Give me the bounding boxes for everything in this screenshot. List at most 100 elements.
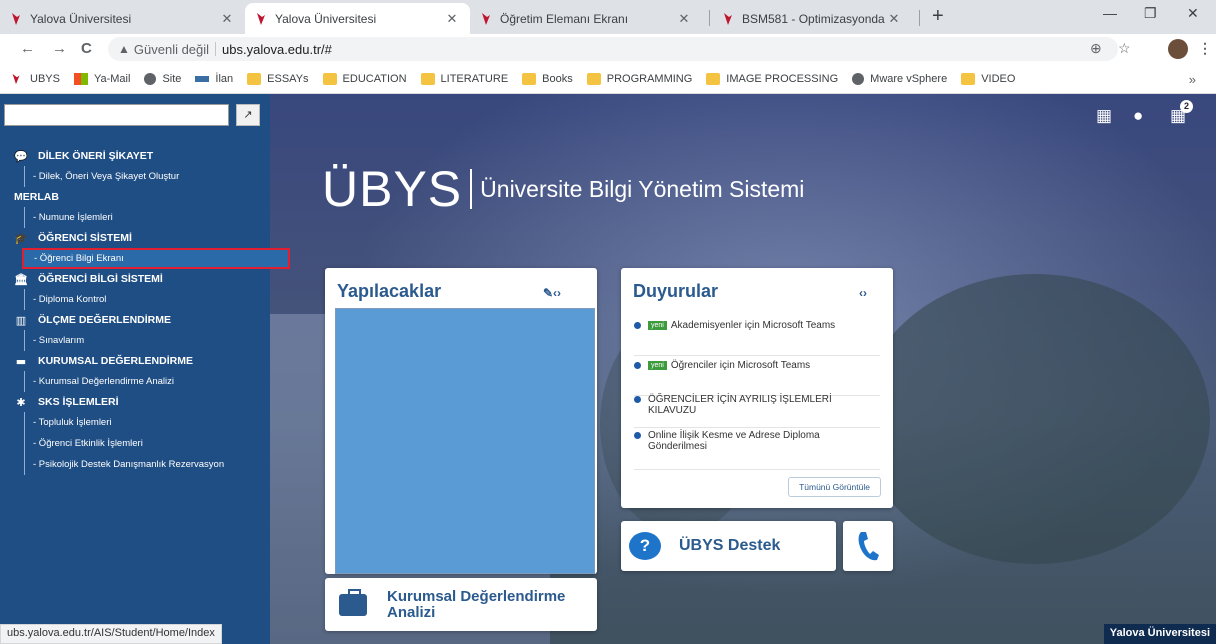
zoom-icon[interactable]: ⊕ [1090, 40, 1102, 57]
bookmark-item[interactable]: IMAGE PROCESSING [706, 72, 839, 85]
sidebar-item[interactable]: - Dilek, Öneri Veya Şikayet Oluştur [24, 166, 270, 187]
profile-avatar[interactable] [1168, 39, 1188, 59]
bookmark-label: VIDEO [981, 72, 1016, 85]
url-text: ubs.yalova.edu.tr/# [222, 41, 332, 57]
bookmark-item[interactable]: Ya-Mail [73, 72, 131, 85]
apps-grid-icon[interactable]: ▦ 2 [1170, 100, 1193, 126]
help-icon: ? [629, 532, 661, 560]
sidebar-section-header[interactable]: 🏛 ÖĞRENCİ BİLGİ SİSTEMİ [0, 269, 270, 289]
sidebar-item[interactable]: - Topluluk İşlemleri [24, 412, 270, 433]
menu-icon[interactable]: ⋮ [1198, 40, 1212, 57]
support-label: ÜBYS Destek [679, 537, 781, 554]
yalova-logo-icon [10, 73, 24, 85]
browser-tab-bar: Yalova Üniversitesi ✕ Yalova Üniversites… [0, 0, 1216, 34]
minimize-button[interactable]: — [1103, 5, 1117, 21]
view-all-button[interactable]: Tümünü Görüntüle [788, 477, 881, 497]
sidebar-item[interactable]: - Psikolojik Destek Danışmanlık Rezervas… [24, 454, 270, 475]
tab-2-active[interactable]: Yalova Üniversitesi ✕ [245, 3, 470, 34]
sidebar-section-header[interactable]: ▥ ÖLÇME DEĞERLENDİRME [0, 310, 270, 330]
bookmark-label: IMAGE PROCESSING [726, 72, 839, 85]
bookmark-item[interactable]: Mware vSphere [852, 72, 947, 85]
status-bar-url: ubs.yalova.edu.tr/AIS/Student/Home/Index [0, 624, 222, 644]
sidebar-section-header[interactable]: MERLAB [0, 187, 270, 207]
star-icon[interactable]: ☆ [1118, 40, 1131, 57]
new-badge: yeni [648, 321, 667, 330]
sidebar-section-header[interactable]: 🎓 ÖĞRENCİ SİSTEMİ [0, 228, 270, 248]
sidebar-item-selected[interactable]: - Öğrenci Bilgi Ekranı [22, 248, 290, 269]
tab-4[interactable]: BSM581 - Optimizasyonda İleri K ✕ [712, 3, 912, 34]
forward-button[interactable]: → [52, 40, 67, 57]
chat-icon: 💬 [14, 149, 28, 163]
tab-3[interactable]: Öğretim Elemanı Ekranı ✕ [470, 3, 702, 34]
sidebar-item[interactable]: - Öğrenci Etkinlik İşlemleri [24, 433, 270, 454]
section-title: ÖLÇME DEĞERLENDİRME [38, 314, 172, 326]
expand-button[interactable]: ↗ [236, 104, 260, 126]
close-icon[interactable]: ✕ [886, 11, 902, 27]
bookmark-item[interactable]: LITERATURE [420, 72, 508, 85]
bookmarks-more-button[interactable]: » [1189, 72, 1196, 87]
folder-icon [522, 72, 537, 85]
briefcase-icon [339, 588, 367, 616]
announcement-item[interactable]: yeni Öğrenciler için Microsoft Teams [634, 360, 880, 396]
new-badge: yeni [648, 361, 667, 370]
close-icon[interactable]: ✕ [444, 11, 460, 27]
maximize-button[interactable]: ❐ [1144, 5, 1157, 22]
graduation-icon: 🎓 [14, 231, 28, 245]
phone-button[interactable] [843, 521, 893, 571]
bookmark-item[interactable]: İlan [195, 73, 233, 85]
bookmark-item[interactable]: EDUCATION [322, 72, 407, 85]
section-title: ÖĞRENCİ BİLGİ SİSTEMİ [38, 273, 163, 285]
section-title: SKS İŞLEMLERİ [38, 396, 119, 408]
sidebar-search-input[interactable] [4, 104, 229, 126]
sidebar-section-header[interactable]: 💬 DİLEK ÖNERİ ŞİKAYET [0, 146, 270, 166]
sidebar-section-header[interactable]: ▬ KURUMSAL DEĞERLENDİRME [0, 351, 270, 371]
announcement-item[interactable]: yeni Akademisyenler için Microsoft Teams [634, 320, 880, 356]
sidebar-section-header[interactable]: ✱ SKS İŞLEMLERİ [0, 392, 270, 412]
announcement-item[interactable]: ÖĞRENCİLER İÇİN AYRILIŞ İŞLEMLERİ KILAVU… [634, 394, 880, 428]
globe-icon[interactable]: ● [1133, 106, 1143, 126]
bookmark-item[interactable]: ESSAYs [247, 72, 309, 85]
sidebar-item[interactable]: - Kurumsal Değerlendirme Analizi [24, 371, 270, 392]
todo-content-area [335, 308, 595, 574]
bullet-icon [634, 362, 641, 369]
bookmark-item[interactable]: Books [522, 72, 573, 85]
nav-arrows-icon[interactable]: ‹› [859, 286, 867, 300]
sidebar-menu: 💬 DİLEK ÖNERİ ŞİKAYET - Dilek, Öneri Veya … [0, 146, 290, 475]
apps-badge: 2 [1180, 100, 1193, 113]
label-line-1: Kurumsal Değerlendirme [387, 587, 566, 605]
logo-text: ÜBYS [322, 161, 463, 217]
announcement-item[interactable]: Online İlişik Kesme ve Adrese Diploma Gö… [634, 430, 880, 470]
bullet-icon [634, 432, 641, 439]
close-icon[interactable]: ✕ [219, 11, 235, 27]
link-icon [195, 75, 210, 82]
tab-title: Öğretim Elemanı Ekranı [500, 11, 629, 26]
sidebar-item[interactable]: - Numune İşlemleri [24, 207, 270, 228]
folder-icon [961, 72, 976, 85]
reload-button[interactable]: C [81, 40, 92, 57]
edit-nav-icons[interactable]: ✎‹› [543, 286, 561, 300]
back-button[interactable]: ← [20, 40, 35, 57]
bookmark-item[interactable]: VIDEO [961, 72, 1016, 85]
bookmark-item[interactable]: Site [144, 72, 181, 85]
announcements-title: Duyurular [633, 281, 719, 301]
ubys-logo: ÜBYS Üniversite Bilgi Yönetim Sistemi [322, 160, 804, 218]
institutional-analysis-button[interactable]: Kurumsal Değerlendirme Analizi [325, 578, 597, 631]
tab-title: BSM581 - Optimizasyonda İleri K [742, 11, 886, 26]
new-tab-button[interactable]: + [932, 5, 944, 28]
url-field[interactable]: ▲ Güvenli değil ubs.yalova.edu.tr/# [108, 37, 1118, 61]
section-title: DİLEK ÖNERİ ŞİKAYET [38, 150, 154, 162]
sidebar-item[interactable]: - Diploma Kontrol [24, 289, 270, 310]
bookmark-item[interactable]: PROGRAMMING [586, 72, 693, 85]
bookmark-item[interactable]: UBYS [10, 73, 60, 85]
bookmark-label: Ya-Mail [93, 72, 131, 85]
page-content: ↗ 💬 DİLEK ÖNERİ ŞİKAYET - Dilek, Öneri Vey… [0, 94, 1216, 644]
support-button[interactable]: ? ÜBYS Destek [621, 521, 836, 571]
sidebar-item[interactable]: - Sınavlarım [24, 330, 270, 351]
tab-1[interactable]: Yalova Üniversitesi ✕ [0, 3, 245, 34]
tab-title: Yalova Üniversitesi [275, 11, 377, 26]
close-window-button[interactable]: ✕ [1187, 5, 1199, 22]
calendar-icon[interactable]: ▦ [1096, 106, 1112, 126]
bookmark-label: UBYS [30, 72, 60, 85]
bookmark-label: PROGRAMMING [606, 72, 693, 85]
insecure-label: Güvenli değil [133, 41, 210, 57]
